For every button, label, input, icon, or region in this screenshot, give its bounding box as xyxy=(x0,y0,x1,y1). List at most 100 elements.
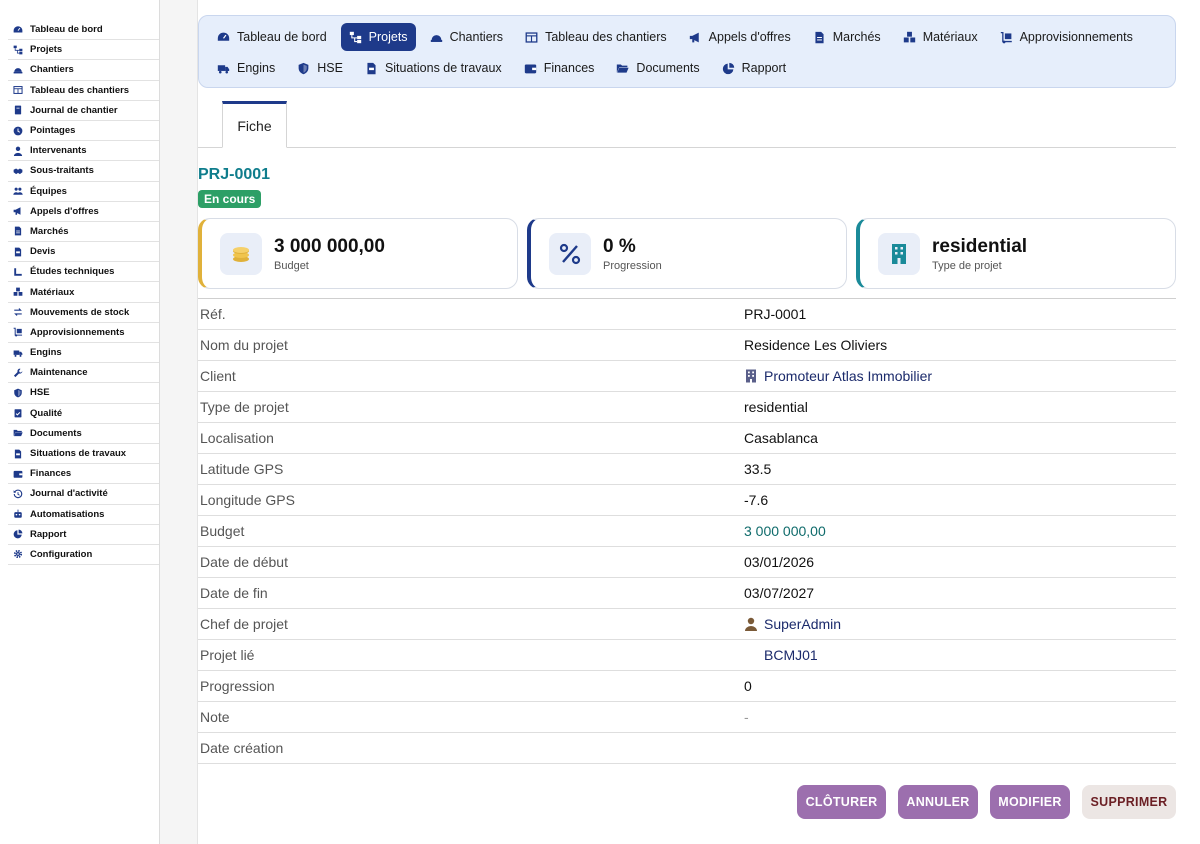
detail-value: PRJ-0001 xyxy=(744,306,806,322)
sidebar-item-label: HSE xyxy=(30,387,50,399)
detail-value-text: - xyxy=(744,709,749,725)
top-nav-label: Projets xyxy=(368,30,408,44)
file-invoice-icon xyxy=(12,246,24,258)
top-nav-item[interactable]: Approvisionnements xyxy=(992,23,1141,51)
sidebar-item[interactable]: Marchés xyxy=(8,222,159,243)
detail-value: 0 xyxy=(744,678,752,694)
tab-bar: Fiche xyxy=(198,101,1176,148)
sidebar-item-label: Tableau des chantiers xyxy=(30,84,130,96)
dolly-icon xyxy=(1000,30,1014,44)
sidebar-item[interactable]: Qualité xyxy=(8,404,159,424)
detail-row: Longitude GPS -7.6 xyxy=(198,485,1176,516)
folder-open-icon xyxy=(12,427,24,439)
top-navigation: Tableau de bord Projets Chantiers Tableau d… xyxy=(198,15,1176,88)
detail-row: Progression 0 xyxy=(198,671,1176,702)
sidebar-item[interactable]: Mouvements de stock xyxy=(8,303,159,323)
sidebar-item[interactable]: Configuration xyxy=(8,545,159,566)
progress-value: 0 % xyxy=(603,235,636,257)
gear-icon xyxy=(12,548,24,560)
budget-label: Budget xyxy=(274,259,309,272)
sidebar-item[interactable]: HSE xyxy=(8,383,159,404)
sidebar-item[interactable]: Études techniques xyxy=(8,262,159,283)
top-nav-item[interactable]: Matériaux xyxy=(895,23,986,51)
detail-row: Date création xyxy=(198,733,1176,764)
top-nav-item[interactable]: Projets xyxy=(340,23,416,51)
detail-value[interactable]: SuperAdmin xyxy=(744,616,841,632)
sidebar-item[interactable]: Chantiers xyxy=(8,60,159,81)
sidebar-item[interactable]: Équipes xyxy=(8,182,159,202)
chart-pie-icon xyxy=(12,528,24,540)
top-nav-item[interactable]: HSE xyxy=(289,54,351,82)
top-nav-item[interactable]: Chantiers xyxy=(422,23,512,51)
top-nav-item[interactable]: Tableau des chantiers xyxy=(517,23,675,51)
sidebar-item[interactable]: Projets xyxy=(8,40,159,61)
detail-label: Réf. xyxy=(200,306,226,322)
detail-label: Nom du projet xyxy=(200,337,288,353)
dashboard-icon xyxy=(12,24,24,36)
sidebar-item-label: Mouvements de stock xyxy=(30,306,130,318)
sidebar-item[interactable]: Engins xyxy=(8,343,159,364)
sidebar-item[interactable]: Intervenants xyxy=(8,141,159,162)
sidebar-item[interactable]: Matériaux xyxy=(8,282,159,303)
top-nav-item[interactable]: Finances xyxy=(516,54,603,82)
cancel-button[interactable]: ANNULER xyxy=(898,785,978,819)
sidebar-item[interactable]: Tableau des chantiers xyxy=(8,81,159,101)
sidebar-item[interactable]: Finances xyxy=(8,464,159,485)
sidebar-item-label: Automatisations xyxy=(30,508,105,520)
book-icon xyxy=(12,104,24,116)
sidebar-item[interactable]: Automatisations xyxy=(8,505,159,525)
truck-icon xyxy=(12,347,24,359)
edit-button[interactable]: MODIFIER xyxy=(990,785,1070,819)
tab-fiche[interactable]: Fiche xyxy=(222,101,287,148)
sidebar-item[interactable]: Approvisionnements xyxy=(8,323,159,343)
hard-hat-icon xyxy=(12,64,24,76)
sidebar-item[interactable]: Documents xyxy=(8,424,159,444)
detail-value[interactable]: BCMJ01 xyxy=(744,647,818,663)
top-nav-label: Rapport xyxy=(741,61,787,75)
sidebar-item[interactable]: Pointages xyxy=(8,121,159,142)
detail-value-text: 3 000 000,00 xyxy=(744,523,826,539)
sidebar-item[interactable]: Sous-traitants xyxy=(8,161,159,182)
top-nav-item[interactable]: Situations de travaux xyxy=(357,54,510,82)
chart-pie-icon xyxy=(722,61,736,75)
status-badge: En cours xyxy=(198,190,262,208)
top-nav-item[interactable]: Engins xyxy=(209,54,283,82)
top-nav-item[interactable]: Rapport xyxy=(714,54,794,82)
top-nav-item[interactable]: Documents xyxy=(608,54,707,82)
sidebar-item[interactable]: Journal d'activité xyxy=(8,484,159,505)
detail-value-text: PRJ-0001 xyxy=(744,306,807,322)
wrench-icon xyxy=(12,367,24,379)
top-nav-label: Tableau de bord xyxy=(237,30,327,44)
delete-button[interactable]: SUPPRIMER xyxy=(1082,785,1176,819)
detail-row: Date de fin 03/07/2027 xyxy=(198,578,1176,609)
detail-label: Date création xyxy=(200,740,284,756)
sidebar-item[interactable]: Journal de chantier xyxy=(8,101,159,121)
sidebar-item-label: Équipes xyxy=(30,185,67,197)
sidebar-item-label: Appels d'offres xyxy=(30,205,99,217)
sidebar-item[interactable]: Appels d'offres xyxy=(8,202,159,222)
user-tie-icon xyxy=(12,145,24,157)
sidebar-item[interactable]: Tableau de bord xyxy=(8,20,159,41)
sidebar-item[interactable]: Situations de travaux xyxy=(8,444,159,465)
shield-icon xyxy=(297,61,311,75)
detail-row: Latitude GPS 33.5 xyxy=(198,454,1176,485)
top-nav-item[interactable]: Tableau de bord xyxy=(209,23,335,51)
top-nav-label: Appels d'offres xyxy=(708,30,791,44)
top-nav-item[interactable]: Appels d'offres xyxy=(681,23,799,51)
top-nav-label: Chantiers xyxy=(449,30,504,44)
sidebar-item[interactable]: Devis xyxy=(8,242,159,263)
close-project-button[interactable]: CLÔTURER xyxy=(797,785,886,819)
coins-icon xyxy=(220,232,262,275)
top-nav-label: Tableau des chantiers xyxy=(545,30,667,44)
top-nav-item[interactable]: Marchés xyxy=(805,23,889,51)
sidebar-item-label: Rapport xyxy=(30,528,67,540)
detail-row: Budget 3 000 000,00 xyxy=(198,516,1176,547)
sidebar-item-label: Engins xyxy=(30,347,62,359)
sidebar-item-label: Intervenants xyxy=(30,145,87,157)
table-icon xyxy=(12,84,24,96)
budget-value: 3 000 000,00 xyxy=(274,235,385,257)
detail-value[interactable]: Promoteur Atlas Immobilier xyxy=(744,368,932,384)
sidebar-item[interactable]: Maintenance xyxy=(8,363,159,384)
sidebar-item[interactable]: Rapport xyxy=(8,525,159,545)
folder-open-icon xyxy=(616,61,630,75)
